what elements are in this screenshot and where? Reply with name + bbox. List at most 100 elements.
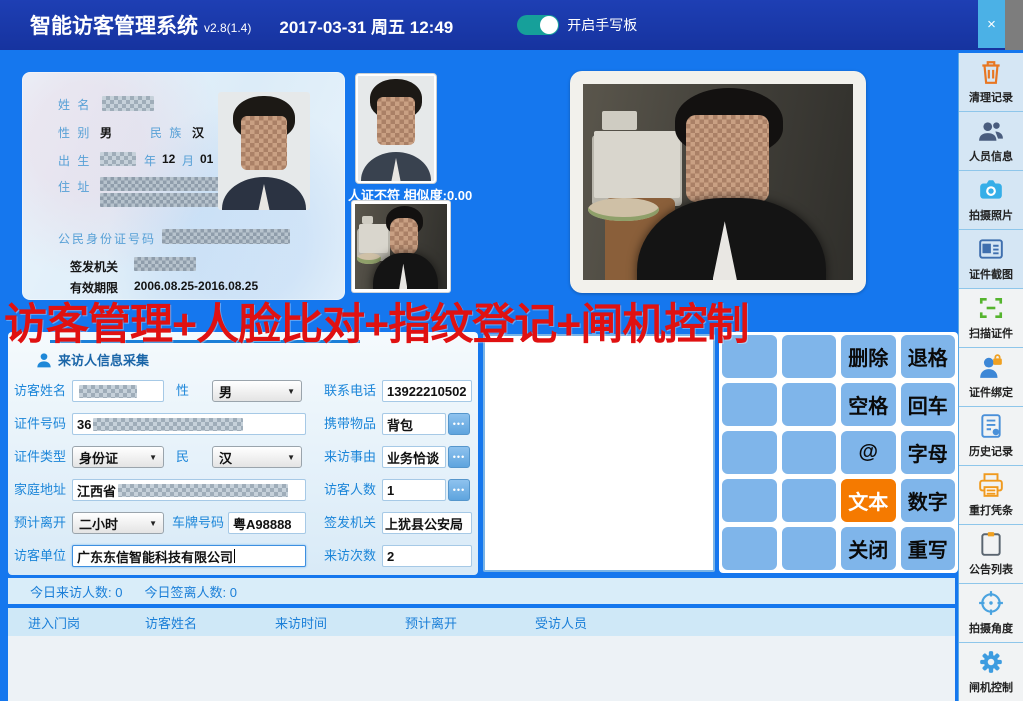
- handwriting-toggle-label: 开启手写板: [567, 15, 637, 35]
- key-at[interactable]: @: [841, 431, 896, 474]
- reason-more-button[interactable]: •••: [448, 446, 470, 468]
- key-rewrite[interactable]: 重写: [901, 527, 956, 570]
- key-blank[interactable]: [722, 431, 777, 474]
- sidebar-item-camera-angle[interactable]: 拍摄角度: [959, 584, 1023, 643]
- key-blank[interactable]: [722, 335, 777, 378]
- col-gate: 进入门岗: [8, 613, 125, 632]
- key-blank[interactable]: [782, 335, 837, 378]
- card-year-label: 年: [144, 152, 158, 169]
- close-button[interactable]: ×: [978, 0, 1005, 48]
- reason-value: 业务恰谈: [387, 448, 439, 467]
- key-blank[interactable]: [782, 383, 837, 426]
- key-blank[interactable]: [722, 527, 777, 570]
- key-blank[interactable]: [782, 431, 837, 474]
- sidebar-item-reprint-slip[interactable]: 重打凭条: [959, 466, 1023, 525]
- visitors-today-count: 今日来访人数: 0: [30, 582, 122, 601]
- visitor-name-input[interactable]: [72, 380, 164, 402]
- redacted-name: [79, 385, 137, 398]
- key-blank[interactable]: [782, 527, 837, 570]
- sidebar-item-take-photo[interactable]: 拍摄照片: [959, 171, 1023, 230]
- visitor-count-more-button[interactable]: •••: [448, 479, 470, 501]
- trash-icon: [978, 59, 1004, 85]
- card-gender-value: 男: [100, 124, 112, 141]
- handwriting-toggle[interactable]: [517, 15, 559, 35]
- stats-bar: 今日来访人数: 0 今日签离人数: 0: [8, 578, 955, 604]
- home-address-input[interactable]: 江西省: [72, 479, 306, 501]
- key-enter[interactable]: 回车: [901, 383, 956, 426]
- sidebar-item-personnel-info[interactable]: 人员信息: [959, 112, 1023, 171]
- sidebar-item-clear-records[interactable]: 清理记录: [959, 53, 1023, 112]
- col-visitor-name: 访客姓名: [125, 613, 255, 632]
- authority-input[interactable]: 上犹县公安局: [382, 512, 472, 534]
- reason-input[interactable]: 业务恰谈: [382, 446, 446, 468]
- handwriting-pad[interactable]: [483, 334, 715, 572]
- scene-shelf: [359, 224, 388, 253]
- phone-input[interactable]: 13922210502: [382, 380, 472, 402]
- phone-value: 13922210502: [387, 384, 467, 399]
- clipboard-icon: [978, 531, 1004, 557]
- signouts-today-count: 今日签离人数: 0: [144, 582, 236, 601]
- visitor-table-body: [8, 636, 955, 701]
- sidebar-item-scan-id[interactable]: 扫描证件: [959, 289, 1023, 348]
- key-blank[interactable]: [722, 479, 777, 522]
- app-title: 智能访客管理系统: [30, 10, 198, 40]
- reason-label: 来访事由: [324, 446, 376, 468]
- chevron-down-icon: ▼: [149, 453, 157, 462]
- scene-face-pixelated: [686, 115, 770, 201]
- portrait-face-pixelated: [377, 97, 415, 145]
- carry-input[interactable]: 背包: [382, 413, 446, 435]
- sidebar-item-gate-control[interactable]: 闸机控制: [959, 643, 1023, 701]
- sidebar-item-label: 证件截图: [969, 266, 1013, 282]
- sidebar-item-label: 清理记录: [969, 89, 1013, 105]
- sidebar-item-id-screenshot[interactable]: 证件截图: [959, 230, 1023, 289]
- carry-value: 背包: [387, 415, 413, 434]
- card-birth-month: 12: [162, 152, 175, 166]
- key-delete[interactable]: 删除: [841, 335, 896, 378]
- target-icon: [978, 590, 1004, 616]
- chevron-down-icon: ▼: [287, 453, 295, 462]
- carry-label: 携带物品: [324, 413, 376, 435]
- card-address-label: 住 址: [58, 178, 91, 195]
- key-letters[interactable]: 字母: [901, 431, 956, 474]
- key-blank[interactable]: [722, 383, 777, 426]
- datetime-display: 2017-03-31 周五 12:49: [279, 13, 453, 38]
- person-lock-icon: [978, 354, 1004, 380]
- plate-input[interactable]: 粤A98888: [228, 512, 306, 534]
- id-number-input[interactable]: 36: [72, 413, 306, 435]
- captured-scene: [355, 204, 447, 289]
- sidebar-item-history[interactable]: 历史记录: [959, 407, 1023, 466]
- sidebar-item-id-binding[interactable]: 证件绑定: [959, 348, 1023, 407]
- sidebar-item-label: 人员信息: [969, 148, 1013, 164]
- id-type-select[interactable]: 身份证▼: [72, 446, 164, 468]
- card-idno-label: 公民身份证号码: [58, 230, 156, 247]
- sidebar-item-label: 拍摄照片: [969, 207, 1013, 223]
- key-numbers[interactable]: 数字: [901, 479, 956, 522]
- key-text-mode[interactable]: 文本: [841, 479, 896, 522]
- company-input[interactable]: 广东东信智能科技有限公司: [72, 545, 306, 567]
- card-ethnic-label: 民 族: [150, 124, 183, 141]
- ethnic-select[interactable]: 汉▼: [212, 446, 302, 468]
- key-backspace[interactable]: 退格: [901, 335, 956, 378]
- key-space[interactable]: 空格: [841, 383, 896, 426]
- card-authority-label: 签发机关: [70, 258, 118, 275]
- visitor-table-header: 进入门岗 访客姓名 来访时间 预计离开 受访人员: [8, 608, 955, 636]
- sidebar-item-label: 证件绑定: [969, 384, 1013, 400]
- leave-time-select[interactable]: 二小时▼: [72, 512, 164, 534]
- card-authority-redacted: [134, 257, 196, 271]
- key-close[interactable]: 关闭: [841, 527, 896, 570]
- visitor-count-input[interactable]: 1: [382, 479, 446, 501]
- gender-select[interactable]: 男▼: [212, 380, 302, 402]
- carry-more-button[interactable]: •••: [448, 413, 470, 435]
- scan-icon: [978, 295, 1004, 321]
- card-birth-day: 01: [200, 152, 213, 166]
- sidebar-item-label: 拍摄角度: [969, 620, 1013, 636]
- leave-time-value: 二小时: [79, 514, 118, 533]
- sidebar-item-notice-list[interactable]: 公告列表: [959, 525, 1023, 584]
- gear-icon: [978, 649, 1004, 675]
- key-blank[interactable]: [782, 479, 837, 522]
- right-sidebar: 清理记录 人员信息 拍摄照片 证件截图 扫描证件 证件绑定 历史记录 重打凭条 …: [958, 53, 1023, 701]
- people-icon: [978, 118, 1004, 144]
- visit-times-input[interactable]: 2: [382, 545, 472, 567]
- card-gender-label: 性 别: [58, 124, 91, 141]
- sidebar-item-label: 闸机控制: [969, 679, 1013, 695]
